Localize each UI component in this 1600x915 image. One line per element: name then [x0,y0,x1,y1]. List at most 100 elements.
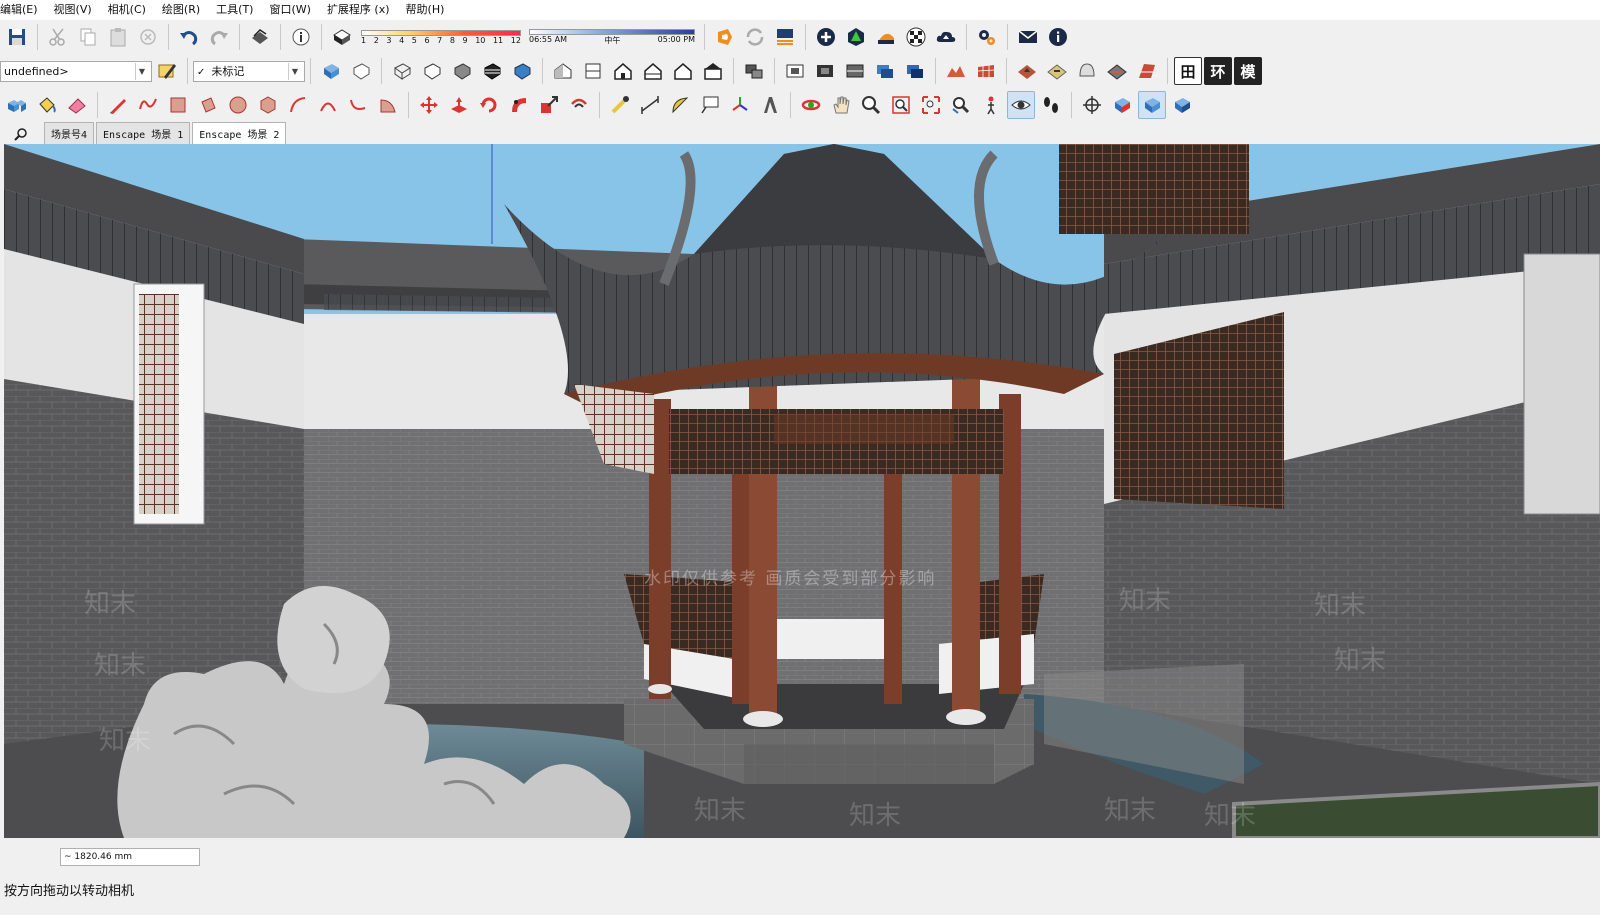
look-around-button[interactable] [1007,91,1035,119]
erase-button[interactable] [134,23,162,51]
text-button-1[interactable]: 田 [1174,57,1202,85]
cloud-upload-button[interactable] [932,23,960,51]
arc-tool-button[interactable] [284,91,312,119]
shadow-month-slider[interactable]: 1 2 3 4 5 6 7 8 9 10 11 12 [361,22,521,52]
model-viewport[interactable]: 知末 知末 知末 知末 知末 知末 知末 知末 知末 知末 水印仅供参考 画质会… [4,144,1600,838]
cut-button[interactable] [44,23,72,51]
menu-edit[interactable]: 编辑(E) [0,0,46,20]
walk-button[interactable] [1037,91,1065,119]
monochrome-button[interactable] [508,57,536,85]
protractor-tool-button[interactable] [666,91,694,119]
intersect-button[interactable] [1168,91,1196,119]
move-tool-button[interactable] [415,91,443,119]
settings-button[interactable] [973,23,1001,51]
back-edges-button[interactable] [347,57,375,85]
right-view-button[interactable] [639,57,667,85]
pan-tool-button[interactable] [827,91,855,119]
freehand-tool-button[interactable] [134,91,162,119]
shadow-time-slider[interactable]: 06:55 AM 中午 05:00 PM [529,22,695,52]
3d-text-tool-button[interactable] [756,91,784,119]
iso-view-button[interactable] [549,57,577,85]
pie-tool-button[interactable] [374,91,402,119]
about-button[interactable] [1044,23,1072,51]
scene-tab[interactable]: Enscape 场景 1 [96,122,191,144]
sandbox-flip-button[interactable] [1103,57,1131,85]
section-cut-button[interactable] [841,57,869,85]
xray-style-button[interactable] [317,57,345,85]
menu-camera[interactable]: 相机(C) [100,0,154,20]
checker-texture-button[interactable] [902,23,930,51]
copy-button[interactable] [74,23,102,51]
eraser-button[interactable] [63,91,91,119]
component-button[interactable] [3,91,31,119]
text-button-2[interactable]: 环 [1204,57,1232,85]
sandbox-smoove-button[interactable] [1013,57,1041,85]
axes-tool-button[interactable] [726,91,754,119]
scene-search-button[interactable] [6,124,36,144]
menu-extensions[interactable]: 扩展程序 (x) [319,0,398,20]
top-view-button[interactable] [579,57,607,85]
model-info-button[interactable] [287,23,315,51]
measurements-box[interactable]: ~ 1820.46 mm [60,848,200,866]
rotated-rect-tool-button[interactable] [194,91,222,119]
undo-button[interactable] [175,23,203,51]
zoom-window-button[interactable] [887,91,915,119]
menu-help[interactable]: 帮助(H) [398,0,453,20]
redo-button[interactable] [205,23,233,51]
front-view-button[interactable] [609,57,637,85]
orbit-tool-button[interactable] [797,91,825,119]
menu-window[interactable]: 窗口(W) [261,0,318,20]
group-button[interactable] [740,57,768,85]
back-view-button[interactable] [669,57,697,85]
rotate-tool-button[interactable] [475,91,503,119]
feedback-button[interactable] [1014,23,1042,51]
sandbox-drape-button[interactable] [1073,57,1101,85]
tag-selector[interactable]: ✓ 未标记 ▼ [193,60,305,82]
polygon-tool-button[interactable] [254,91,282,119]
circle-tool-button[interactable] [224,91,252,119]
dimension-tool-button[interactable] [636,91,664,119]
terrain-grid-button[interactable] [972,57,1000,85]
enscape-sync-button[interactable] [741,23,769,51]
left-view-button[interactable] [699,57,727,85]
paint-bucket-button[interactable] [33,91,61,119]
solid-tools-button[interactable] [1108,91,1136,119]
print-button[interactable] [246,23,274,51]
save-button[interactable] [3,23,31,51]
offset-tool-button[interactable] [565,91,593,119]
section-plane-button[interactable] [781,57,809,85]
scale-tool-button[interactable] [535,91,563,119]
scene-tab-active[interactable]: Enscape 场景 2 [192,122,287,144]
zoom-extents-button[interactable] [917,91,945,119]
menu-view[interactable]: 视图(V) [46,0,100,20]
three-point-arc-button[interactable] [344,91,372,119]
tree-library-button[interactable] [842,23,870,51]
style-selector[interactable]: undefined> ▼ [0,60,152,82]
follow-me-tool-button[interactable] [505,91,533,119]
line-tool-button[interactable] [104,91,132,119]
scene-tab[interactable]: 场景号4 [44,122,95,144]
enscape-views-button[interactable] [771,23,799,51]
push-pull-tool-button[interactable] [445,91,473,119]
shadows-toggle-button[interactable] [328,23,356,51]
terrain-button[interactable] [942,57,970,85]
menu-draw[interactable]: 绘图(R) [154,0,208,20]
text-tool-button[interactable] [696,91,724,119]
enscape-start-button[interactable] [711,23,739,51]
paste-button[interactable] [104,23,132,51]
position-camera-button[interactable] [977,91,1005,119]
two-point-arc-button[interactable] [314,91,342,119]
tape-measure-button[interactable] [606,91,634,119]
rectangle-tool-button[interactable] [164,91,192,119]
shaded-textures-button[interactable] [478,57,506,85]
sandbox-grid-button[interactable] [1133,57,1161,85]
wireframe-button[interactable] [388,57,416,85]
previous-view-button[interactable] [947,91,975,119]
shaded-button[interactable] [448,57,476,85]
section-display-button[interactable] [871,57,899,85]
add-plugin-button[interactable] [812,23,840,51]
text-button-3[interactable]: 模 [1234,57,1262,85]
zoom-tool-button[interactable] [857,91,885,119]
menu-tools[interactable]: 工具(T) [208,0,261,20]
material-library-button[interactable] [872,23,900,51]
